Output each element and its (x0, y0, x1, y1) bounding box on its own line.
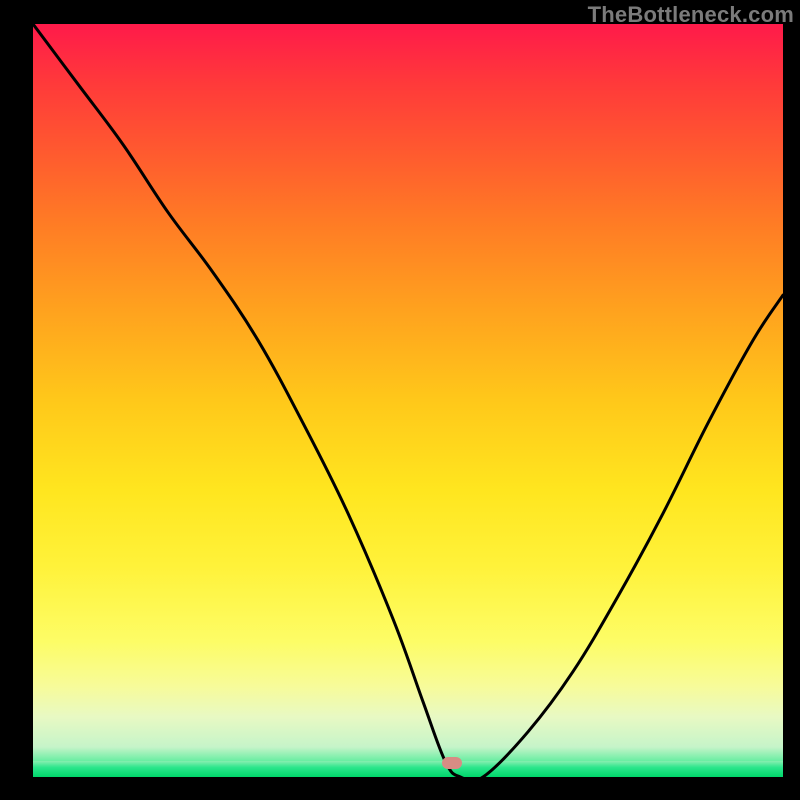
chart-frame: TheBottleneck.com (0, 0, 800, 800)
plot-area (33, 24, 783, 777)
watermark-label: TheBottleneck.com (588, 2, 794, 28)
match-point-marker (442, 757, 462, 769)
bottleneck-curve (33, 24, 783, 777)
